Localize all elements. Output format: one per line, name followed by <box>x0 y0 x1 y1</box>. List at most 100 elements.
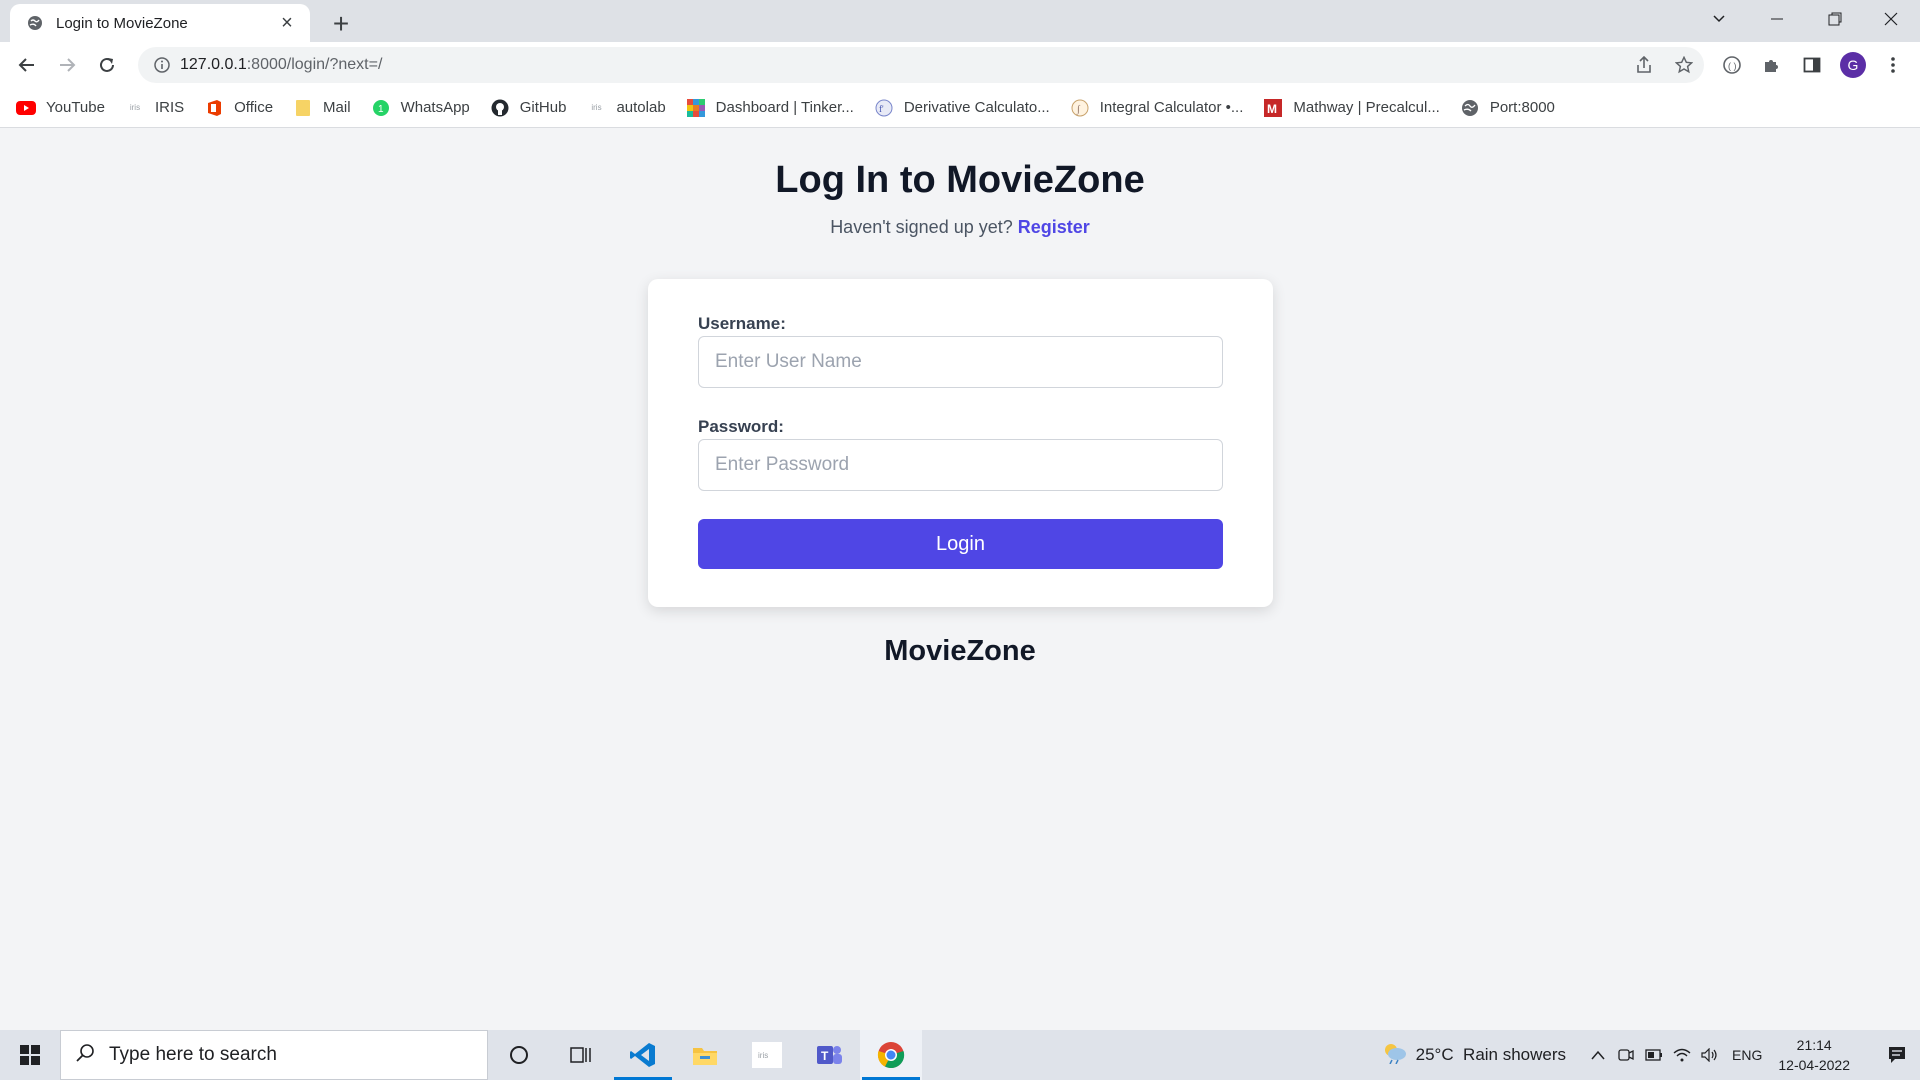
taskbar-search-input[interactable]: Type here to search <box>60 1030 488 1080</box>
whatsapp-icon: 1 <box>371 98 391 118</box>
restore-icon[interactable] <box>1806 0 1864 38</box>
address-bar[interactable]: 127.0.0.1:8000/login/?next=/ <box>138 47 1704 83</box>
footer-brand: MovieZone <box>884 635 1036 667</box>
cortana-icon[interactable] <box>488 1030 550 1080</box>
bookmark-integral[interactable]: ∫ Integral Calculator •... <box>1070 98 1243 118</box>
wifi-icon[interactable] <box>1668 1030 1696 1080</box>
file-explorer-icon[interactable] <box>674 1030 736 1080</box>
autolab-icon: iris <box>591 103 602 112</box>
folder-icon <box>293 98 313 118</box>
share-icon[interactable] <box>1624 47 1664 83</box>
password-label: Password: <box>698 417 784 436</box>
system-tray: 25°C Rain showers ENG 21:14 12-04-2022 <box>1382 1030 1920 1080</box>
bookmarks-bar: YouTube iris IRIS Office Mail 1 WhatsApp… <box>0 88 1920 128</box>
bookmark-label: Mail <box>323 99 351 116</box>
battery-icon[interactable] <box>1640 1030 1668 1080</box>
svg-text:M: M <box>1267 102 1277 116</box>
url-text: 127.0.0.1:8000/login/?next=/ <box>180 56 1624 74</box>
search-placeholder: Type here to search <box>109 1044 277 1065</box>
signup-prompt: Haven't signed up yet? Register <box>0 217 1920 238</box>
meet-now-icon[interactable] <box>1612 1030 1640 1080</box>
signup-prompt-text: Haven't signed up yet? <box>830 217 1013 237</box>
menu-kebab-icon[interactable] <box>1876 48 1910 82</box>
back-arrow-icon[interactable] <box>10 48 44 82</box>
forward-arrow-icon[interactable] <box>50 48 84 82</box>
task-view-icon[interactable] <box>550 1030 612 1080</box>
bookmark-tinkercad[interactable]: Dashboard | Tinker... <box>686 98 854 118</box>
profile-avatar[interactable]: G <box>1836 48 1870 82</box>
new-tab-button[interactable]: + <box>325 8 357 40</box>
url-path: :8000/login/?next=/ <box>246 56 383 73</box>
bookmark-autolab[interactable]: iris autolab <box>586 98 665 118</box>
volume-icon[interactable] <box>1696 1030 1724 1080</box>
language-indicator[interactable]: ENG <box>1732 1047 1762 1063</box>
windows-taskbar: Type here to search iris T 25°C Rain sho… <box>0 1030 1920 1080</box>
bookmark-mail[interactable]: Mail <box>293 98 351 118</box>
bookmark-label: Office <box>234 99 274 116</box>
close-window-icon[interactable] <box>1862 0 1920 38</box>
bookmark-iris[interactable]: iris IRIS <box>125 98 184 118</box>
bookmark-label: autolab <box>616 99 666 116</box>
svg-text:T: T <box>821 1049 829 1063</box>
bookmark-star-icon[interactable] <box>1664 47 1704 83</box>
puzzle-icon[interactable] <box>1755 48 1789 82</box>
tab-search-chevron-icon[interactable] <box>1690 0 1748 38</box>
username-input[interactable] <box>698 336 1223 388</box>
bookmark-label: Derivative Calculato... <box>903 99 1050 116</box>
taskbar-clock[interactable]: 21:14 12-04-2022 <box>1778 1035 1850 1075</box>
iris-icon: iris <box>129 103 141 112</box>
bookmark-whatsapp[interactable]: 1 WhatsApp <box>371 98 470 118</box>
close-tab-icon[interactable]: × <box>276 12 298 34</box>
browser-tab[interactable]: Login to MovieZone × <box>10 4 310 42</box>
tinkercad-icon <box>686 98 706 118</box>
chrome-icon[interactable] <box>860 1030 922 1080</box>
windows-start-icon[interactable] <box>0 1030 60 1080</box>
browser-toolbar: 127.0.0.1:8000/login/?next=/ ( ) G <box>0 42 1920 88</box>
page-title: Log In to MovieZone <box>775 159 1145 201</box>
bookmark-derivative[interactable]: f' Derivative Calculato... <box>874 98 1050 118</box>
bookmark-label: WhatsApp <box>400 99 470 116</box>
login-button[interactable]: Login <box>698 519 1223 569</box>
bookmark-port[interactable]: Port:8000 <box>1460 98 1555 118</box>
login-card: Username: Password: Login <box>648 279 1273 607</box>
teams-icon[interactable]: T <box>798 1030 860 1080</box>
rain-cloud-icon <box>1382 1042 1408 1069</box>
page-content: Log In to MovieZone Haven't signed up ye… <box>0 129 1920 1029</box>
register-link[interactable]: Register <box>1018 217 1090 237</box>
weather-widget[interactable]: 25°C Rain showers <box>1382 1042 1566 1069</box>
clock-date: 12-04-2022 <box>1778 1057 1850 1073</box>
site-info-icon[interactable] <box>144 57 180 73</box>
office-icon <box>204 98 224 118</box>
bookmark-github[interactable]: GitHub <box>490 98 567 118</box>
vscode-icon[interactable] <box>612 1030 674 1080</box>
bookmark-label: Port:8000 <box>1489 99 1555 116</box>
clock-time: 21:14 <box>1796 1037 1832 1053</box>
integral-icon: ∫ <box>1070 98 1090 118</box>
derivative-icon: f' <box>874 98 894 118</box>
chevron-up-icon[interactable] <box>1584 1030 1612 1080</box>
bookmark-office[interactable]: Office <box>204 98 273 118</box>
side-panel-icon[interactable] <box>1795 48 1829 82</box>
bookmark-label: GitHub <box>519 99 567 116</box>
username-label: Username: <box>698 314 786 333</box>
minimize-icon[interactable] <box>1748 0 1806 38</box>
iris-app-icon[interactable]: iris <box>736 1030 798 1080</box>
svg-text:( ): ( ) <box>1728 61 1737 71</box>
github-icon <box>490 98 510 118</box>
globe-icon <box>26 14 44 32</box>
reload-icon[interactable] <box>90 48 124 82</box>
bookmark-mathway[interactable]: M Mathway | Precalcul... <box>1263 98 1440 118</box>
youtube-icon <box>16 98 36 118</box>
svg-text:f': f' <box>879 104 884 114</box>
svg-text:1: 1 <box>378 104 384 115</box>
bookmark-label: Mathway | Precalcul... <box>1293 99 1440 116</box>
weather-text: 25°C Rain showers <box>1415 1045 1567 1064</box>
extension-icon[interactable]: ( ) <box>1715 48 1749 82</box>
password-input[interactable] <box>698 439 1223 491</box>
bookmark-youtube[interactable]: YouTube <box>16 98 105 118</box>
notification-center-icon[interactable] <box>1874 1030 1920 1080</box>
mathway-icon: M <box>1263 98 1283 118</box>
bookmark-label: IRIS <box>154 99 185 116</box>
url-host: 127.0.0.1 <box>180 56 247 73</box>
search-icon <box>75 1043 95 1068</box>
